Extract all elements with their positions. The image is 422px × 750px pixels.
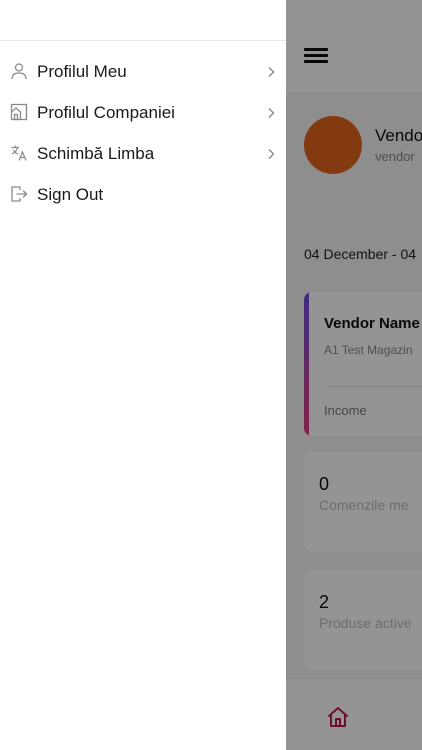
side-drawer: Profilul Meu Profilul Companiei Schimbă …: [0, 0, 286, 750]
menu-item-my-profile[interactable]: Profilul Meu: [0, 51, 286, 92]
company-icon: [10, 103, 28, 121]
screen: Vendor vendor 04 December - 04 Vendor Na…: [0, 0, 422, 750]
user-icon: [11, 63, 27, 80]
menu-item-label: Sign Out: [37, 185, 104, 204]
menu-item-label: Schimbă Limba: [37, 144, 155, 163]
menu-item-change-language[interactable]: Schimbă Limba: [0, 133, 286, 174]
menu-item-label: Profilul Meu: [37, 62, 127, 81]
chevron-right-icon: [268, 67, 275, 77]
drawer-header: [0, 0, 286, 41]
menu-item-sign-out[interactable]: Sign Out: [0, 174, 286, 215]
menu-item-company-profile[interactable]: Profilul Companiei: [0, 92, 286, 133]
translate-icon: [11, 145, 27, 161]
chevron-right-icon: [268, 108, 275, 118]
sign-out-icon: [11, 186, 28, 202]
drawer-menu: Profilul Meu Profilul Companiei Schimbă …: [0, 51, 286, 215]
menu-item-label: Profilul Companiei: [37, 103, 175, 122]
chevron-right-icon: [268, 149, 275, 159]
